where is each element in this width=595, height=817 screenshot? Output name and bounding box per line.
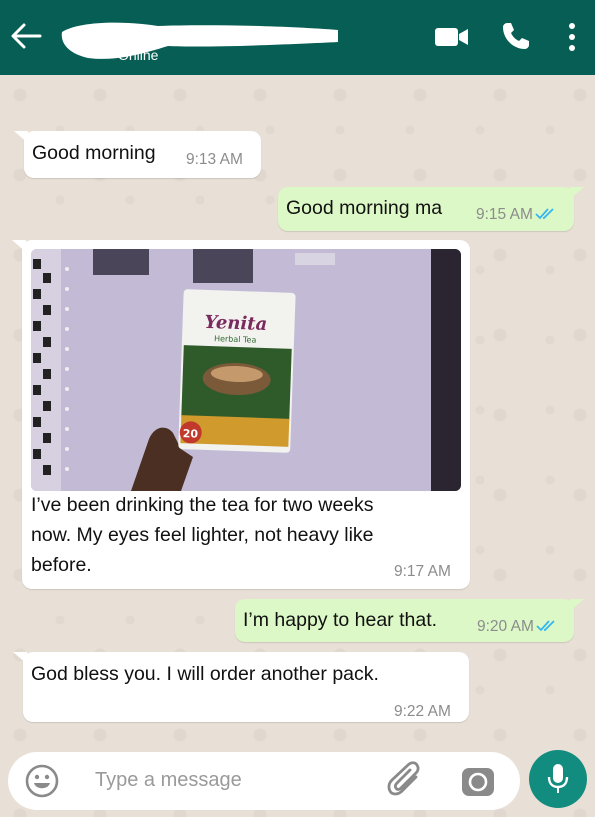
voice-record-button[interactable] xyxy=(529,750,587,808)
shared-photo[interactable]: 20 Yenita Herbal Tea xyxy=(31,249,461,491)
bubble-tail xyxy=(13,652,27,664)
bubble-tail xyxy=(570,187,584,199)
bubble-tail xyxy=(14,131,28,143)
pack-badge: 20 xyxy=(182,427,198,441)
message-time-text: 9:15 AM xyxy=(476,206,533,223)
double-check-icon xyxy=(536,620,555,632)
message-input[interactable]: Type a message xyxy=(95,769,242,792)
message-text: I’m happy to hear that. xyxy=(243,609,438,631)
message-time: 9:20 AM xyxy=(477,618,558,636)
video-call-icon[interactable] xyxy=(434,26,470,48)
pack-product-name: Herbal Tea xyxy=(214,334,257,344)
contact-status: Online xyxy=(118,47,159,63)
message-time: 9:22 AM xyxy=(394,703,451,720)
camera-icon[interactable] xyxy=(460,764,496,800)
chat-header: Online xyxy=(0,0,595,75)
contact-name-redacted xyxy=(61,22,339,59)
message-bubble-incoming-image[interactable]: 20 Yenita Herbal Tea I’ve been drinking … xyxy=(12,240,470,589)
emoji-icon[interactable] xyxy=(24,763,60,799)
double-check-icon xyxy=(535,208,554,220)
phone-icon[interactable] xyxy=(500,20,532,52)
message-text: God bless you. I will order another pack… xyxy=(31,663,379,685)
message-time-text: 9:20 AM xyxy=(477,618,534,635)
more-vert-icon[interactable] xyxy=(566,22,578,52)
message-time: 9:17 AM xyxy=(394,563,451,580)
message-bubble-incoming[interactable]: Good morning 9:13 AM xyxy=(14,131,261,178)
bubble-tail xyxy=(12,240,26,252)
pack-brand: Yenita xyxy=(204,312,267,335)
message-bubble-outgoing[interactable]: Good morning ma 9:15 AM xyxy=(278,187,584,231)
bubble-tail xyxy=(570,599,584,611)
message-text: Good morning xyxy=(32,142,156,164)
attach-icon[interactable] xyxy=(386,761,424,801)
message-time: 9:13 AM xyxy=(186,151,243,168)
message-text-line-3: before. xyxy=(31,554,92,576)
message-text: Good morning ma xyxy=(286,197,443,219)
photo-content: 20 Yenita Herbal Tea xyxy=(31,249,461,491)
message-text-line-1: I’ve been drinking the tea for two weeks xyxy=(31,494,374,516)
mic-icon xyxy=(547,764,569,793)
message-bubble-outgoing[interactable]: I’m happy to hear that. 9:20 AM xyxy=(235,599,584,642)
message-composer: Type a message xyxy=(8,752,520,810)
back-arrow-icon[interactable] xyxy=(10,22,42,50)
message-time: 9:15 AM xyxy=(476,206,557,224)
message-bubble-incoming[interactable]: God bless you. I will order another pack… xyxy=(13,652,469,722)
message-text-line-2: now. My eyes feel lighter, not heavy lik… xyxy=(31,524,374,546)
